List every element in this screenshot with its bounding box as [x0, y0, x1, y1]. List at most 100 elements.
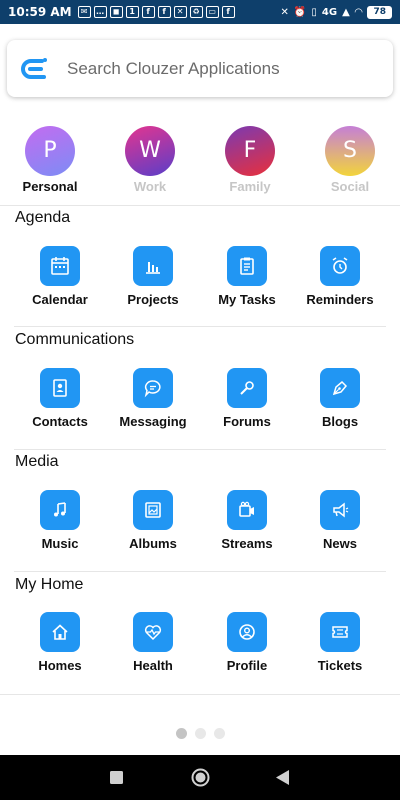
page-dot[interactable] [175, 728, 187, 739]
search-bar[interactable] [7, 40, 393, 97]
calendar-notification-icon: 1 [125, 6, 139, 18]
profile-tab-work[interactable]: W Work [110, 126, 190, 194]
clouzer-logo-icon[interactable] [19, 54, 49, 84]
app-health[interactable]: Health [103, 612, 203, 673]
app-label: Projects [127, 292, 179, 307]
user-circle-icon [227, 612, 267, 652]
app-streams[interactable]: Streams [197, 490, 297, 551]
app-homes[interactable]: Homes [10, 612, 110, 673]
avatar-social: S [325, 126, 375, 176]
message-notification-icon: … [93, 6, 107, 18]
divider [14, 326, 386, 327]
facebook-notification-icon: f [221, 6, 235, 18]
megaphone-icon [320, 490, 360, 530]
ticket-icon [320, 612, 360, 652]
divider [14, 449, 386, 450]
mute-icon: ✕ [280, 6, 289, 18]
facebook-notification-icon: f [157, 6, 171, 18]
pen-nib-icon [320, 368, 360, 408]
app-label: Homes [38, 658, 82, 673]
app-label: Messaging [119, 414, 187, 429]
app-label: Music [41, 536, 79, 551]
status-time: 10:59 AM [8, 5, 72, 19]
profile-tab-family[interactable]: F Family [210, 126, 290, 194]
app-label: Reminders [306, 292, 374, 307]
house-icon [40, 612, 80, 652]
app-label: Tickets [317, 658, 363, 673]
page-dot[interactable] [213, 728, 225, 739]
profile-tab-personal[interactable]: P Personal [10, 126, 90, 194]
app-messaging[interactable]: Messaging [103, 368, 203, 429]
mail-notification-icon: ✉ [77, 6, 91, 18]
clipboard-icon [227, 246, 267, 286]
back-button-icon[interactable] [276, 770, 290, 785]
app-news[interactable]: News [290, 490, 390, 551]
app-forums[interactable]: Forums [197, 368, 297, 429]
facebook-notification-icon: f [141, 6, 155, 18]
contact-card-icon [40, 368, 80, 408]
heart-pulse-icon [133, 612, 173, 652]
profile-tabs: P Personal W Work F Family S Social [0, 126, 400, 194]
wifi-icon: ◠ [354, 6, 363, 18]
profile-label-personal: Personal [22, 179, 78, 194]
alarm-clock-icon [320, 246, 360, 286]
app-label: Contacts [32, 414, 88, 429]
divider [0, 694, 400, 695]
app-tickets[interactable]: Tickets [290, 612, 390, 673]
app-calendar[interactable]: Calendar [10, 246, 110, 307]
app-label: Streams [221, 536, 273, 551]
divider [0, 205, 400, 206]
page-dot[interactable] [194, 728, 206, 739]
app-label: Calendar [32, 292, 88, 307]
status-bar: 10:59 AM ✉ … ◼ 1 f f ✕ ♻ ▭ f ✕ ⏰ ▯ 4G ▲ … [0, 0, 400, 24]
avatar-family: F [225, 126, 275, 176]
profile-label-work: Work [133, 179, 167, 194]
vibrate-icon: ▯ [311, 6, 317, 18]
page-indicator [0, 728, 400, 739]
profile-label-social: Social [330, 179, 370, 194]
close-notification-icon: ✕ [173, 6, 187, 18]
divider [14, 571, 386, 572]
app-notification-icon: ◼ [109, 6, 123, 18]
app-reminders[interactable]: Reminders [290, 246, 390, 307]
app-blogs[interactable]: Blogs [290, 368, 390, 429]
app-contacts[interactable]: Contacts [10, 368, 110, 429]
calendar-icon [40, 246, 80, 286]
app-label: My Tasks [218, 292, 276, 307]
search-input[interactable] [67, 58, 367, 79]
video-camera-icon [227, 490, 267, 530]
recents-button-icon[interactable] [110, 771, 123, 784]
app-projects[interactable]: Projects [103, 246, 203, 307]
navigation-bar [0, 755, 400, 800]
profile-tab-social[interactable]: S Social [310, 126, 390, 194]
microphone-icon [227, 368, 267, 408]
section-title-communications: Communications [15, 331, 135, 348]
app-label: Forums [223, 414, 271, 429]
section-title-my-home: My Home [15, 576, 84, 593]
app-my-tasks[interactable]: My Tasks [197, 246, 297, 307]
book-notification-icon: ▭ [205, 6, 219, 18]
section-title-agenda: Agenda [15, 209, 71, 226]
bar-chart-icon [133, 246, 173, 286]
section-title-media: Media [15, 453, 59, 470]
alarm-icon: ⏰ [293, 6, 307, 18]
app-label: Blogs [321, 414, 359, 429]
photo-album-icon [133, 490, 173, 530]
chat-bubble-icon [133, 368, 173, 408]
home-button-icon[interactable] [191, 768, 210, 787]
avatar-personal: P [25, 126, 75, 176]
network-label: 4G [321, 6, 338, 18]
app-label: Profile [226, 658, 268, 673]
signal-icon: ▲ [342, 6, 350, 18]
system-icons: ✕ ⏰ ▯ 4G ▲ ◠ 78 [280, 5, 392, 19]
notification-icons: ✉ … ◼ 1 f f ✕ ♻ ▭ f [77, 6, 235, 18]
app-label: News [323, 536, 357, 551]
avatar-work: W [125, 126, 175, 176]
profile-label-family: Family [229, 179, 271, 194]
app-albums[interactable]: Albums [103, 490, 203, 551]
app-music[interactable]: Music [10, 490, 110, 551]
app-profile[interactable]: Profile [197, 612, 297, 673]
music-note-icon [40, 490, 80, 530]
app-label: Health [133, 658, 173, 673]
sync-notification-icon: ♻ [189, 6, 203, 18]
